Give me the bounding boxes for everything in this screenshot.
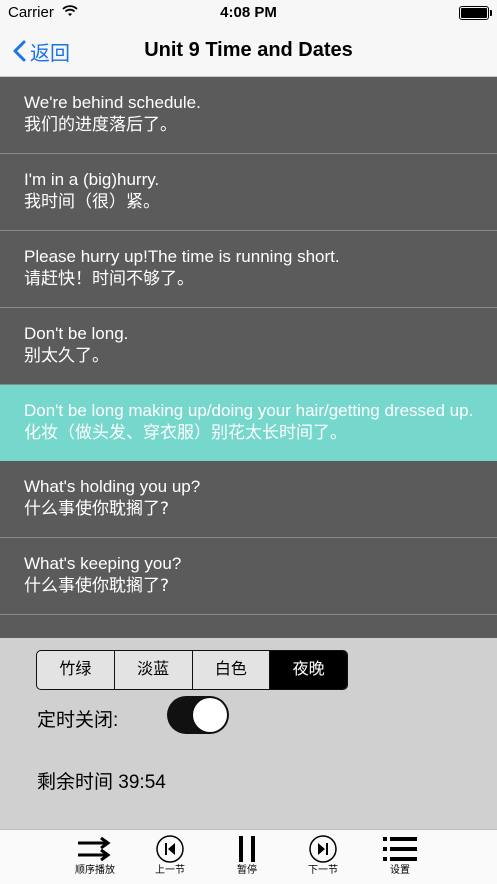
- sentence-list[interactable]: We're behind schedule. 我们的进度落后了。 I'm in …: [0, 77, 497, 638]
- chinese-text: 别太久了。: [24, 346, 109, 366]
- list-item[interactable]: Please hurry up!The time is running shor…: [0, 231, 497, 308]
- timer-toggle[interactable]: [167, 696, 229, 734]
- list-item[interactable]: What's holding you up? 什么事使你耽搁了?: [0, 461, 497, 538]
- previous-button[interactable]: 上一节: [135, 834, 205, 878]
- english-text: Don't be long making up/doing your hair/…: [24, 401, 474, 420]
- previous-icon: [135, 834, 205, 864]
- tab-label: 设置: [390, 865, 410, 876]
- status-bar: Carrier 4:08 PM: [0, 0, 497, 26]
- pause-button[interactable]: 暂停: [212, 834, 282, 878]
- chinese-text: 什么事使你耽搁了?: [24, 499, 170, 519]
- english-text: I'm in a (big)hurry.: [24, 170, 160, 189]
- chinese-text: 化妆（做头发、穿衣服）别花太长时间了。: [24, 423, 347, 443]
- chinese-text: 请赶快！时间不够了。: [24, 269, 194, 289]
- battery-icon: [459, 6, 492, 20]
- theme-option-night[interactable]: 夜晚: [270, 651, 347, 689]
- list-item-active[interactable]: Don't be long making up/doing your hair/…: [0, 385, 497, 461]
- english-text: What's keeping you?: [24, 554, 182, 573]
- sequential-play-button[interactable]: 顺序播放: [60, 834, 130, 878]
- tab-label: 顺序播放: [75, 865, 115, 876]
- pause-icon: [212, 834, 282, 864]
- remaining-time: 剩余时间 39:54: [37, 772, 166, 793]
- list-item[interactable]: Don't be long. 别太久了。: [0, 308, 497, 385]
- theme-segmented-control: 竹绿 淡蓝 白色 夜晚: [36, 650, 348, 690]
- chinese-text: 我时间（很）紧。: [24, 192, 160, 212]
- english-text: Don't be long.: [24, 324, 129, 343]
- english-text: What's holding you up?: [24, 477, 201, 496]
- page-title: Unit 9 Time and Dates: [144, 39, 353, 61]
- sequential-play-icon: [60, 834, 130, 864]
- english-text: We're behind schedule.: [24, 93, 201, 112]
- toggle-knob: [193, 698, 227, 732]
- list-item[interactable]: What's keeping you? 什么事使你耽搁了?: [0, 538, 497, 615]
- theme-option-light-blue[interactable]: 淡蓝: [115, 651, 193, 689]
- list-item[interactable]: I'm in a (big)hurry. 我时间（很）紧。: [0, 154, 497, 231]
- chinese-text: 什么事使你耽搁了?: [24, 576, 170, 596]
- next-icon: [288, 834, 358, 864]
- timer-label: 定时关闭:: [37, 710, 119, 731]
- english-text: Please hurry up!The time is running shor…: [24, 247, 340, 266]
- list-item[interactable]: We're behind schedule. 我们的进度落后了。: [0, 77, 497, 154]
- tab-label: 暂停: [237, 865, 257, 876]
- next-button[interactable]: 下一节: [288, 834, 358, 878]
- status-time: 4:08 PM: [220, 4, 277, 21]
- chinese-text: 我们的进度落后了。: [24, 115, 177, 135]
- settings-panel: 竹绿 淡蓝 白色 夜晚 定时关闭: 剩余时间 39:54: [0, 638, 497, 829]
- settings-button[interactable]: 设置: [365, 834, 435, 878]
- menu-icon: [365, 834, 435, 864]
- theme-option-white[interactable]: 白色: [193, 651, 271, 689]
- theme-option-bamboo-green[interactable]: 竹绿: [37, 651, 115, 689]
- tab-label: 上一节: [155, 865, 185, 876]
- navigation-bar: 返回 Unit 9 Time and Dates: [0, 26, 497, 77]
- player-toolbar: 顺序播放 上一节 暂停 下一节 设置: [0, 829, 497, 884]
- tab-label: 下一节: [308, 865, 338, 876]
